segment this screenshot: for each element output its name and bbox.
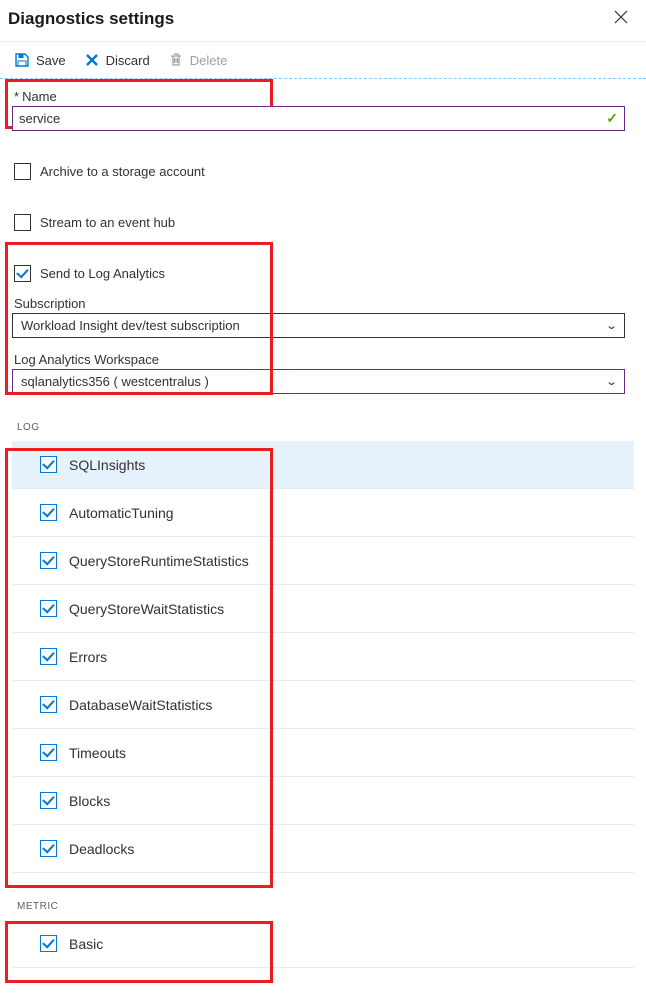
metric-option-label: Basic (69, 936, 103, 952)
subscription-value: Workload Insight dev/test subscription (21, 318, 240, 333)
loganalytics-label: Send to Log Analytics (40, 266, 165, 281)
log-option-label: QueryStoreRuntimeStatistics (69, 553, 249, 569)
archive-label: Archive to a storage account (40, 164, 205, 179)
log-option-row[interactable]: DatabaseWaitStatistics (12, 681, 634, 729)
archive-checkbox[interactable] (14, 163, 31, 180)
close-icon[interactable] (610, 6, 632, 31)
eventhub-label: Stream to an event hub (40, 215, 175, 230)
log-option-label: Blocks (69, 793, 110, 809)
log-option-checkbox[interactable] (40, 552, 57, 569)
discard-button[interactable]: Discard (82, 50, 152, 70)
panel-title: Diagnostics settings (8, 9, 174, 29)
workspace-select[interactable]: sqlanalytics356 ( westcentralus ) ⌄ (12, 369, 625, 394)
log-option-checkbox[interactable] (40, 600, 57, 617)
log-option-row[interactable]: QueryStoreWaitStatistics (12, 585, 634, 633)
log-option-checkbox[interactable] (40, 744, 57, 761)
name-input[interactable] (13, 107, 624, 130)
log-option-label: DatabaseWaitStatistics (69, 697, 212, 713)
subscription-select[interactable]: Workload Insight dev/test subscription ⌄ (12, 313, 625, 338)
log-section-heading: LOG (17, 422, 634, 433)
metric-section-heading: METRIC (17, 901, 634, 912)
log-option-checkbox[interactable] (40, 456, 57, 473)
save-icon (14, 52, 30, 68)
log-option-label: SQLInsights (69, 457, 145, 473)
subscription-label: Subscription (14, 296, 634, 311)
delete-icon (168, 52, 184, 68)
log-option-row[interactable]: Blocks (12, 777, 634, 825)
log-options-list: SQLInsights AutomaticTuning QueryStoreRunt… (12, 441, 634, 873)
metric-options-list: Basic (12, 920, 634, 968)
log-option-checkbox[interactable] (40, 648, 57, 665)
delete-button: Delete (166, 50, 230, 70)
required-asterisk: * (14, 89, 19, 104)
loganalytics-checkbox[interactable] (14, 265, 31, 282)
log-option-checkbox[interactable] (40, 840, 57, 857)
chevron-down-icon: ⌄ (605, 319, 618, 332)
log-option-label: QueryStoreWaitStatistics (69, 601, 224, 617)
log-option-row[interactable]: QueryStoreRuntimeStatistics (12, 537, 634, 585)
log-option-row[interactable]: Errors (12, 633, 634, 681)
workspace-label: Log Analytics Workspace (14, 352, 634, 367)
log-option-label: AutomaticTuning (69, 505, 174, 521)
save-button[interactable]: Save (12, 50, 68, 70)
metric-option-checkbox[interactable] (40, 935, 57, 952)
delete-button-label: Delete (190, 53, 228, 68)
chevron-down-icon: ⌄ (605, 375, 618, 388)
workspace-value: sqlanalytics356 ( westcentralus ) (21, 374, 209, 389)
log-option-row[interactable]: Deadlocks (12, 825, 634, 873)
save-button-label: Save (36, 53, 66, 68)
validation-check-icon: ✓ (606, 110, 618, 127)
discard-button-label: Discard (106, 53, 150, 68)
log-option-row[interactable]: AutomaticTuning (12, 489, 634, 537)
log-option-label: Errors (69, 649, 107, 665)
log-option-row[interactable]: SQLInsights (12, 441, 634, 489)
log-option-label: Timeouts (69, 745, 126, 761)
metric-option-row[interactable]: Basic (12, 920, 634, 968)
log-option-label: Deadlocks (69, 841, 134, 857)
eventhub-checkbox[interactable] (14, 214, 31, 231)
log-option-row[interactable]: Timeouts (12, 729, 634, 777)
log-option-checkbox[interactable] (40, 504, 57, 521)
toolbar: Save Discard Delete (0, 42, 646, 79)
log-option-checkbox[interactable] (40, 792, 57, 809)
discard-icon (84, 52, 100, 68)
log-option-checkbox[interactable] (40, 696, 57, 713)
name-label: *Name (14, 89, 634, 104)
